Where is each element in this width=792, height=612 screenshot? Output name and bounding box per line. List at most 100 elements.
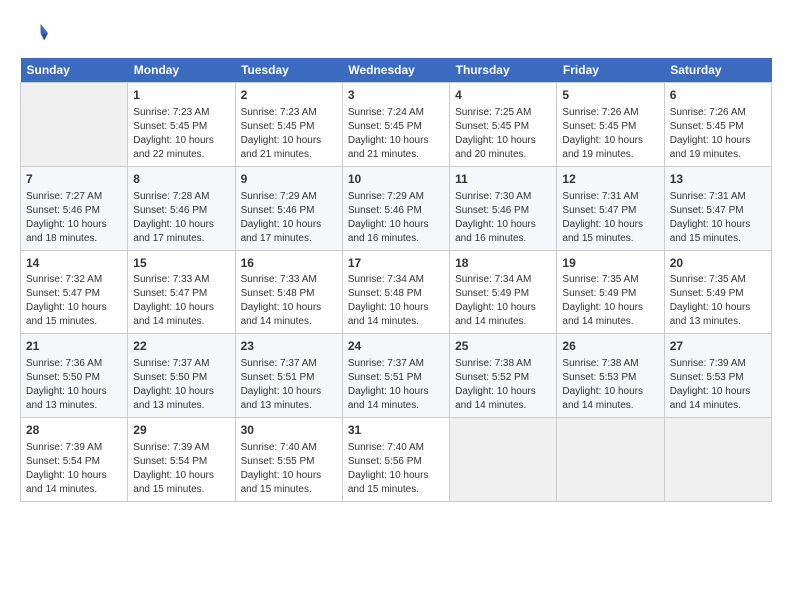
calendar-week-row: 14Sunrise: 7:32 AM Sunset: 5:47 PM Dayli…: [21, 250, 772, 334]
calendar-cell: 11 Sunrise: 7:30 AM Sunset: 5:46 PM Dayli…: [450, 166, 557, 250]
day-info: Sunrise: 7:30 AM Sunset: 5:46 PM Dayligh…: [455, 190, 551, 246]
calendar-cell: 21 Sunrise: 7:36 AM Sunset: 5:50 PM Dayli…: [21, 334, 128, 418]
calendar-table: SundayMondayTuesdayWednesdayThursdayFrid…: [20, 58, 772, 502]
day-number: 13: [670, 171, 766, 188]
calendar-cell: [21, 83, 128, 167]
calendar-cell: 2 Sunrise: 7:23 AM Sunset: 5:45 PM Daylig…: [235, 83, 342, 167]
calendar-cell: 4Sunrise: 7:25 AM Sunset: 5:45 PM Daylig…: [450, 83, 557, 167]
day-info: Sunrise: 7:38 AM Sunset: 5:53 PM Dayligh…: [562, 357, 658, 413]
calendar-cell: 19Sunrise: 7:35 AM Sunset: 5:49 PM Dayli…: [557, 250, 664, 334]
calendar-cell: 5 Sunrise: 7:26 AM Sunset: 5:45 PM Daylig…: [557, 83, 664, 167]
calendar-cell: 20Sunrise: 7:35 AM Sunset: 5:49 PM Dayli…: [664, 250, 771, 334]
day-info: Sunrise: 7:26 AM Sunset: 5:45 PM Dayligh…: [670, 106, 766, 162]
calendar-cell: 1 Sunrise: 7:23 AM Sunset: 5:45 PM Daylig…: [128, 83, 235, 167]
day-info: Sunrise: 7:35 AM Sunset: 5:49 PM Dayligh…: [562, 273, 658, 329]
day-info: Sunrise: 7:33 AM Sunset: 5:48 PM Dayligh…: [241, 273, 337, 329]
day-info: Sunrise: 7:29 AM Sunset: 5:46 PM Dayligh…: [348, 190, 444, 246]
day-number: 23: [241, 338, 337, 355]
calendar-cell: 25 Sunrise: 7:38 AM Sunset: 5:52 PM Dayli…: [450, 334, 557, 418]
day-info: Sunrise: 7:33 AM Sunset: 5:47 PM Dayligh…: [133, 273, 229, 329]
day-number: 31: [348, 422, 444, 439]
calendar-week-row: 28Sunrise: 7:39 AM Sunset: 5:54 PM Dayli…: [21, 418, 772, 502]
day-number: 6: [670, 87, 766, 104]
day-number: 26: [562, 338, 658, 355]
calendar-cell: 30Sunrise: 7:40 AM Sunset: 5:55 PM Dayli…: [235, 418, 342, 502]
day-number: 11: [455, 171, 551, 188]
day-number: 17: [348, 255, 444, 272]
day-info: Sunrise: 7:37 AM Sunset: 5:50 PM Dayligh…: [133, 357, 229, 413]
day-info: Sunrise: 7:40 AM Sunset: 5:55 PM Dayligh…: [241, 441, 337, 497]
day-info: Sunrise: 7:40 AM Sunset: 5:56 PM Dayligh…: [348, 441, 444, 497]
calendar-cell: 18Sunrise: 7:34 AM Sunset: 5:49 PM Dayli…: [450, 250, 557, 334]
logo-icon: [20, 20, 48, 48]
calendar-header-row: SundayMondayTuesdayWednesdayThursdayFrid…: [21, 58, 772, 83]
day-info: Sunrise: 7:39 AM Sunset: 5:54 PM Dayligh…: [26, 441, 122, 497]
calendar-cell: 7 Sunrise: 7:27 AM Sunset: 5:46 PM Daylig…: [21, 166, 128, 250]
logo: [20, 20, 52, 48]
calendar-cell: 24 Sunrise: 7:37 AM Sunset: 5:51 PM Dayli…: [342, 334, 449, 418]
day-number: 1: [133, 87, 229, 104]
day-info: Sunrise: 7:35 AM Sunset: 5:49 PM Dayligh…: [670, 273, 766, 329]
day-info: Sunrise: 7:34 AM Sunset: 5:49 PM Dayligh…: [455, 273, 551, 329]
page-header: [20, 20, 772, 48]
calendar-cell: [664, 418, 771, 502]
day-info: Sunrise: 7:39 AM Sunset: 5:54 PM Dayligh…: [133, 441, 229, 497]
day-info: Sunrise: 7:39 AM Sunset: 5:53 PM Dayligh…: [670, 357, 766, 413]
calendar-week-row: 21 Sunrise: 7:36 AM Sunset: 5:50 PM Dayli…: [21, 334, 772, 418]
weekday-header: Monday: [128, 58, 235, 83]
day-info: Sunrise: 7:26 AM Sunset: 5:45 PM Dayligh…: [562, 106, 658, 162]
day-info: Sunrise: 7:37 AM Sunset: 5:51 PM Dayligh…: [348, 357, 444, 413]
calendar-cell: 14Sunrise: 7:32 AM Sunset: 5:47 PM Dayli…: [21, 250, 128, 334]
day-number: 5: [562, 87, 658, 104]
day-info: Sunrise: 7:24 AM Sunset: 5:45 PM Dayligh…: [348, 106, 444, 162]
day-number: 19: [562, 255, 658, 272]
day-number: 4: [455, 87, 551, 104]
calendar-cell: 16Sunrise: 7:33 AM Sunset: 5:48 PM Dayli…: [235, 250, 342, 334]
calendar-cell: 12 Sunrise: 7:31 AM Sunset: 5:47 PM Dayli…: [557, 166, 664, 250]
calendar-cell: 22 Sunrise: 7:37 AM Sunset: 5:50 PM Dayli…: [128, 334, 235, 418]
calendar-cell: 3 Sunrise: 7:24 AM Sunset: 5:45 PM Daylig…: [342, 83, 449, 167]
day-number: 22: [133, 338, 229, 355]
day-info: Sunrise: 7:31 AM Sunset: 5:47 PM Dayligh…: [670, 190, 766, 246]
day-number: 2: [241, 87, 337, 104]
day-info: Sunrise: 7:32 AM Sunset: 5:47 PM Dayligh…: [26, 273, 122, 329]
day-number: 20: [670, 255, 766, 272]
calendar-cell: 9 Sunrise: 7:29 AM Sunset: 5:46 PM Daylig…: [235, 166, 342, 250]
day-number: 27: [670, 338, 766, 355]
calendar-cell: 28Sunrise: 7:39 AM Sunset: 5:54 PM Dayli…: [21, 418, 128, 502]
calendar-cell: 17Sunrise: 7:34 AM Sunset: 5:48 PM Dayli…: [342, 250, 449, 334]
weekday-header: Tuesday: [235, 58, 342, 83]
day-number: 9: [241, 171, 337, 188]
day-number: 24: [348, 338, 444, 355]
day-number: 12: [562, 171, 658, 188]
calendar-cell: 31 Sunrise: 7:40 AM Sunset: 5:56 PM Dayli…: [342, 418, 449, 502]
day-number: 15: [133, 255, 229, 272]
calendar-cell: [450, 418, 557, 502]
calendar-cell: 27 Sunrise: 7:39 AM Sunset: 5:53 PM Dayli…: [664, 334, 771, 418]
day-info: Sunrise: 7:31 AM Sunset: 5:47 PM Dayligh…: [562, 190, 658, 246]
day-info: Sunrise: 7:29 AM Sunset: 5:46 PM Dayligh…: [241, 190, 337, 246]
day-info: Sunrise: 7:38 AM Sunset: 5:52 PM Dayligh…: [455, 357, 551, 413]
calendar-cell: 10Sunrise: 7:29 AM Sunset: 5:46 PM Dayli…: [342, 166, 449, 250]
day-info: Sunrise: 7:36 AM Sunset: 5:50 PM Dayligh…: [26, 357, 122, 413]
calendar-cell: 13 Sunrise: 7:31 AM Sunset: 5:47 PM Dayli…: [664, 166, 771, 250]
weekday-header: Saturday: [664, 58, 771, 83]
calendar-cell: 8Sunrise: 7:28 AM Sunset: 5:46 PM Daylig…: [128, 166, 235, 250]
day-number: 7: [26, 171, 122, 188]
day-info: Sunrise: 7:34 AM Sunset: 5:48 PM Dayligh…: [348, 273, 444, 329]
day-number: 14: [26, 255, 122, 272]
calendar-week-row: 1 Sunrise: 7:23 AM Sunset: 5:45 PM Daylig…: [21, 83, 772, 167]
day-info: Sunrise: 7:23 AM Sunset: 5:45 PM Dayligh…: [133, 106, 229, 162]
day-number: 3: [348, 87, 444, 104]
calendar-cell: 26 Sunrise: 7:38 AM Sunset: 5:53 PM Dayli…: [557, 334, 664, 418]
day-number: 16: [241, 255, 337, 272]
day-info: Sunrise: 7:27 AM Sunset: 5:46 PM Dayligh…: [26, 190, 122, 246]
day-number: 25: [455, 338, 551, 355]
day-info: Sunrise: 7:23 AM Sunset: 5:45 PM Dayligh…: [241, 106, 337, 162]
calendar-week-row: 7 Sunrise: 7:27 AM Sunset: 5:46 PM Daylig…: [21, 166, 772, 250]
day-number: 21: [26, 338, 122, 355]
day-number: 29: [133, 422, 229, 439]
calendar-cell: 29 Sunrise: 7:39 AM Sunset: 5:54 PM Dayli…: [128, 418, 235, 502]
calendar-cell: [557, 418, 664, 502]
day-number: 8: [133, 171, 229, 188]
